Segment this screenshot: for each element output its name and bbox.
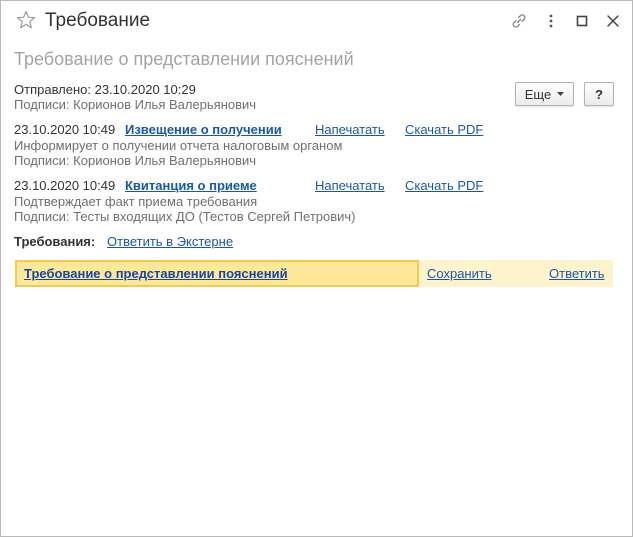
more-button-label: Еще [524,86,552,102]
document-signatures: Подписи: Тесты входящих ДО (Тестов Серге… [14,209,356,224]
requirement-item[interactable]: Требование о представлении пояснений [15,260,419,287]
help-button[interactable]: ? [584,82,614,106]
close-icon[interactable] [604,12,622,30]
document-description: Подтверждает факт приема требования [14,194,258,209]
document-signatures: Подписи: Корионов Илья Валерьянович [14,153,257,168]
chevron-down-icon [557,91,565,97]
download-pdf-link[interactable]: Скачать PDF [405,178,483,194]
requirements-label: Требования: [14,234,96,249]
document-title-link[interactable]: Квитанция о приеме [125,178,257,194]
page-subtitle: Требование о представлении пояснений [14,49,354,69]
more-button[interactable]: Еще [515,82,574,106]
star-icon[interactable] [16,10,36,30]
save-link[interactable]: Сохранить [427,266,492,282]
document-datetime: 23.10.2020 10:49 [14,122,116,137]
reply-in-extern-link[interactable]: Ответить в Экстерне [107,234,233,250]
document-title-link[interactable]: Извещение о получении [125,122,282,138]
sent-datetime: Отправлено: 23.10.2020 10:29 [14,82,196,97]
print-link[interactable]: Напечатать [315,178,385,194]
download-pdf-link[interactable]: Скачать PDF [405,122,483,138]
requirement-title-link[interactable]: Требование о представлении пояснений [24,266,288,282]
requirement-window: Требование Требование о представлении по… [0,0,633,537]
sent-signatures: Подписи: Корионов Илья Валерьянович [14,97,257,112]
requirement-row: Требование о представлении пояснений Сох… [15,260,613,287]
window-title: Требование [45,10,151,31]
maximize-icon[interactable] [573,12,591,30]
document-datetime: 23.10.2020 10:49 [14,178,116,193]
document-description: Информирует о получении отчета налоговым… [14,138,343,153]
print-link[interactable]: Напечатать [315,122,385,138]
more-vertical-icon[interactable] [542,12,560,30]
reply-link[interactable]: Ответить [549,266,605,282]
title-bar: Требование [1,1,632,41]
link-icon[interactable] [510,12,528,30]
